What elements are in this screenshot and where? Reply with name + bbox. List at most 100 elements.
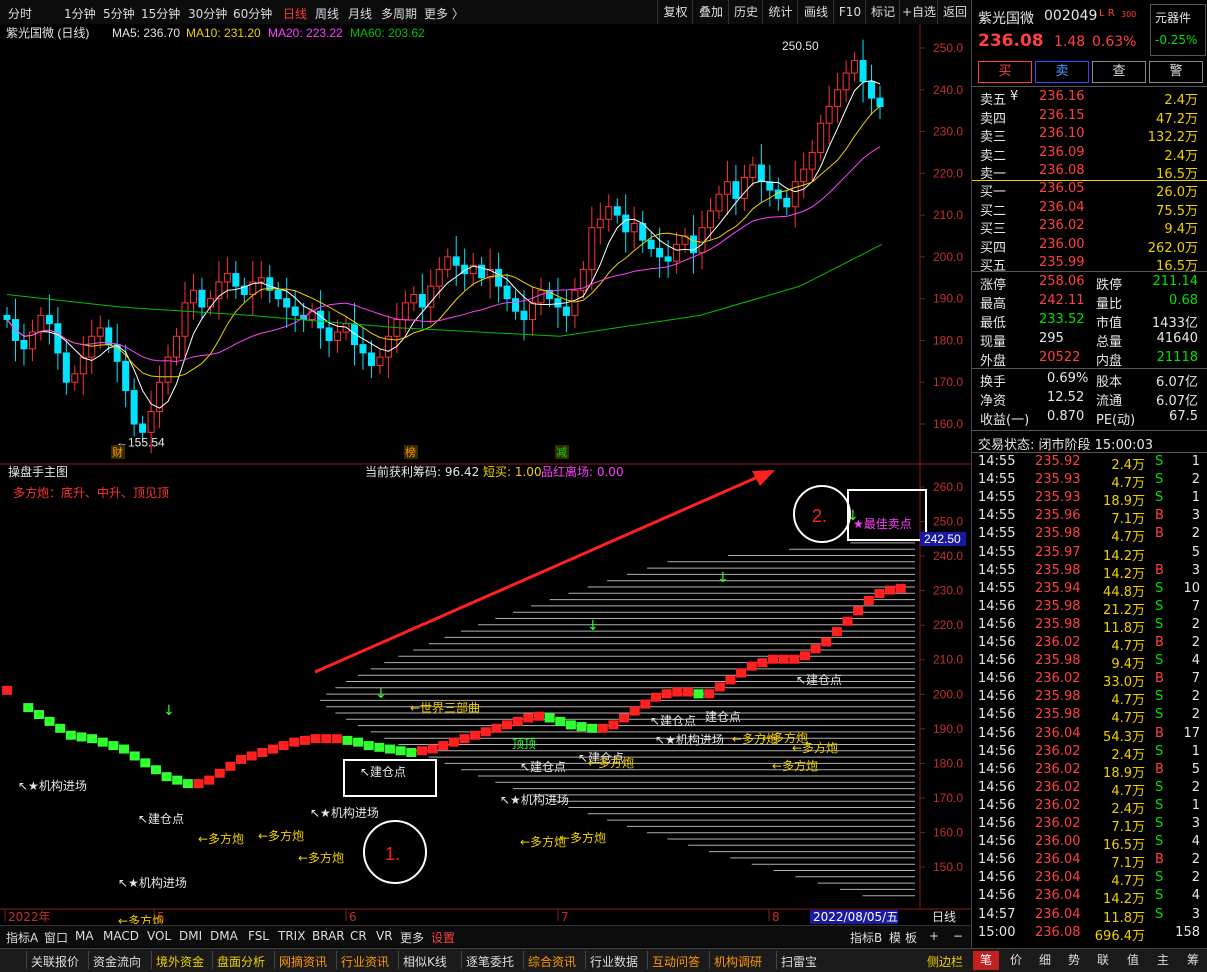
period-tab[interactable]: 月线 [348,5,372,22]
toolbar-button[interactable]: 返回 [937,0,972,24]
sub-chart-title: 操盘手主图 [8,464,68,479]
period-tab[interactable]: 5分钟 [103,5,135,22]
status-link[interactable]: 盘面分析 [217,953,265,970]
tick-row: 14:55 235.97 14.2万 5 [972,544,1207,564]
indicator-tab[interactable]: MACD [103,929,139,943]
indicator-right-button[interactable]: 指标B [850,929,882,946]
toolbar-button[interactable]: 叠加 [692,0,729,24]
side-tab[interactable]: 笔 [973,951,999,970]
trade-action-button[interactable]: 查 [1092,61,1146,83]
status-link[interactable]: 扫雷宝 [781,953,817,970]
tick-time: 14:56 [978,598,1016,614]
tick-time: 14:55 [978,580,1016,596]
indicator-tab[interactable]: FSL [248,929,269,943]
indicator-tab[interactable]: VOL [147,929,171,943]
toolbar-button[interactable]: F10 [833,0,866,24]
sub-y-tick-label: 230.0 [933,584,963,598]
status-link[interactable]: 互动问答 [652,953,700,970]
status-link[interactable]: 机构调研 [714,953,762,970]
indicator-tab[interactable]: CR [350,929,367,943]
tick-time: 14:56 [978,852,1016,868]
status-link[interactable]: 资金流向 [93,953,141,970]
indicator-right-button[interactable]: − [953,929,963,943]
tick-direction: S [1155,779,1164,795]
trade-action-button[interactable]: 买 [978,61,1032,83]
period-tab[interactable]: 分时 [8,5,32,22]
bid-row[interactable]: 买三 236.02 9.4万 [972,217,1207,237]
period-tab[interactable]: 周线 [315,5,339,22]
status-link[interactable]: 网摘资讯 [279,953,327,970]
period-tab[interactable]: 1分钟 [64,5,96,22]
sub-y-tick-label: 250.0 [933,515,963,529]
status-link[interactable]: 相似K线 [403,953,447,970]
event-marker[interactable]: 榜 [405,445,416,459]
ask-row[interactable]: 卖三 236.10 132.2万 [972,125,1207,145]
bid-volume: 75.5万 [1156,203,1198,219]
indicator-tab[interactable]: BRAR [312,929,345,943]
status-link[interactable]: 行业数据 [590,953,638,970]
bid-row[interactable]: 买二 236.04 75.5万 [972,199,1207,219]
tick-row: 14:56 235.98 4.7万 S 2 [972,706,1207,726]
bid-row[interactable]: 买五 235.99 16.5万 [972,254,1207,274]
indicator-right-button[interactable]: + [929,929,939,943]
period-tab[interactable]: 更多 〉 [424,5,464,22]
ask-row[interactable]: 卖一 236.08 16.5万 [972,162,1207,182]
indicator-tab[interactable]: 设置 [431,929,455,946]
period-tab[interactable]: 60分钟 [233,5,272,22]
sidebar-toggle[interactable]: 侧边栏 [927,953,963,970]
period-tab[interactable]: 15分钟 [141,5,180,22]
toolbar-button[interactable]: 标记 [865,0,900,24]
side-tab[interactable]: 主 [1150,951,1176,970]
tick-time: 14:56 [978,888,1016,904]
ask-row[interactable]: 卖四 236.15 47.2万 [972,107,1207,127]
status-link[interactable]: 综合资讯 [528,953,576,970]
toolbar-button[interactable]: 历史 [728,0,763,24]
trade-action-button[interactable]: 警 [1149,61,1203,83]
bid-row[interactable]: 买四 236.00 262.0万 [972,236,1207,256]
indicator-tab[interactable]: MA [75,929,94,943]
side-tab[interactable]: 价 [1003,951,1029,970]
chart-area[interactable]: 250.0 240.0 230.0 220.0 210.0 200.0 190.0 180.0… [0,24,971,924]
build-position-label: ↖建仓点 [138,812,184,826]
side-tab[interactable]: 势 [1061,951,1087,970]
indicator-tab[interactable]: 窗口 [44,929,68,946]
side-tab[interactable]: 筹 [1180,951,1206,970]
event-marker[interactable]: 财 [112,445,123,459]
toolbar-button[interactable]: 画线 [797,0,834,24]
tick-direction: B [1155,526,1164,542]
indicator-right-button[interactable]: 模 [889,929,901,946]
toolbar-button[interactable]: +自选 [899,0,938,24]
status-link[interactable]: 行业资讯 [341,953,389,970]
toolbar-button[interactable]: 复权 [657,0,693,24]
status-link[interactable]: 境外资金 [156,953,204,970]
event-marker[interactable]: 减 [556,446,567,459]
toolbar-button[interactable]: 统计 [762,0,798,24]
tick-price: 235.96 [1035,508,1081,524]
ask-row[interactable]: 卖二 236.09 2.4万 [972,144,1207,164]
side-tab[interactable]: 细 [1032,951,1058,970]
tick-count: 7 [1191,598,1200,614]
indicator-right-button[interactable]: 板 [905,929,917,946]
indicator-tab[interactable]: DMI [179,929,202,943]
bid-row[interactable]: 买一 236.05 26.0万 [972,180,1207,200]
period-tab[interactable]: 30分钟 [188,5,227,22]
trade-action-button[interactable]: 卖 [1035,61,1089,83]
indicator-tab[interactable]: TRIX [278,929,305,943]
period-tab[interactable]: 多周期 [381,5,417,22]
tick-direction: S [1155,616,1164,632]
status-link[interactable]: 逐笔委托 [466,953,514,970]
status-link[interactable]: 关联报价 [31,953,79,970]
side-tab[interactable]: 联 [1090,951,1116,970]
stat-row: 外盘 20522 内盘 21118 [972,349,1207,369]
sub-y-tick-label: 170.0 [933,791,963,805]
down-arrow-icon: ↓ [163,703,175,719]
indicator-tab[interactable]: 指标A [6,929,38,946]
indicator-tab[interactable]: VR [376,929,393,943]
side-tab[interactable]: 值 [1120,951,1146,970]
ask-price: 236.08 [1039,163,1085,179]
period-tab[interactable]: 日线 [283,5,307,22]
indicator-tab[interactable]: DMA [210,929,238,943]
indicator-tab[interactable]: 更多 [400,929,424,946]
ask-row[interactable]: 卖五 ¥236.16 2.4万 [972,88,1207,108]
sector-box[interactable]: 元器件 -0.25% [1150,4,1206,56]
